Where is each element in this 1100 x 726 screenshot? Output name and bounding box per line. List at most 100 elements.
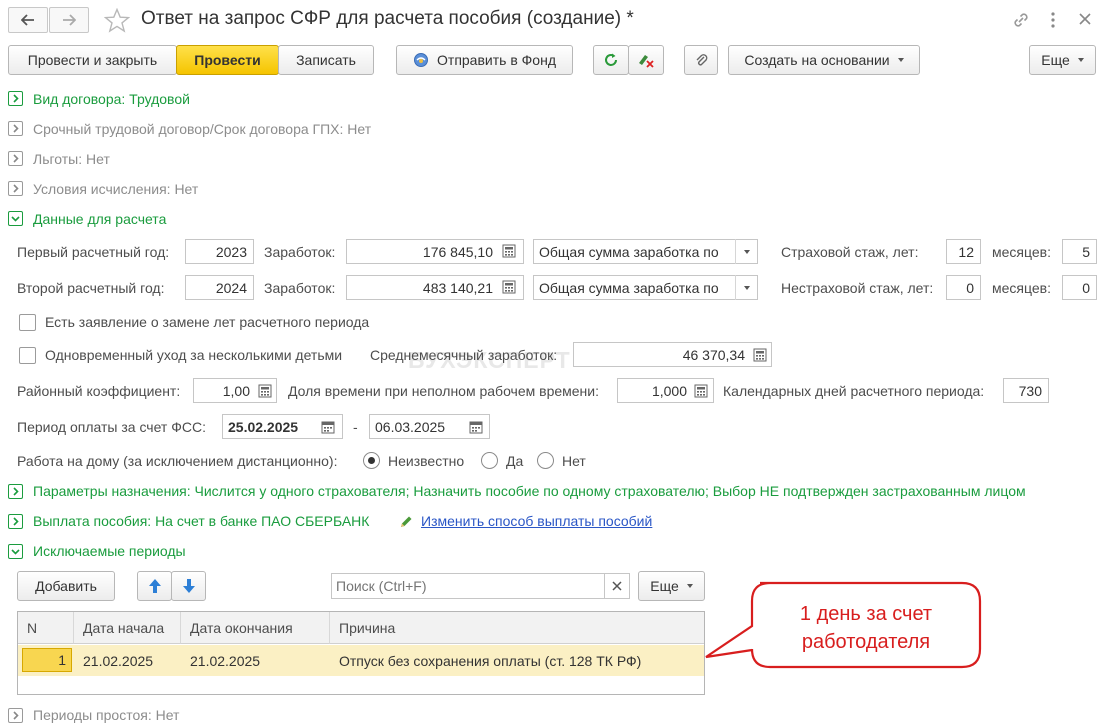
multiple-children-checkbox[interactable] [19, 347, 36, 364]
section-calc-conditions[interactable]: Условия исчисления: Нет [33, 180, 198, 198]
post-and-close-button[interactable]: Провести и закрыть [8, 45, 177, 75]
section-benefits[interactable]: Льготы: Нет [33, 150, 110, 168]
calculator-icon[interactable] [694, 384, 708, 398]
table-cell-start-date[interactable]: 21.02.2025 [74, 646, 153, 675]
calculator-icon[interactable] [502, 244, 516, 258]
calendar-days-label: Календарных дней расчетного периода: [723, 383, 985, 399]
column-header-n[interactable]: N [18, 612, 74, 644]
collapse-excluded-icon[interactable] [8, 544, 23, 559]
insurance-months-label: месяцев: [992, 244, 1051, 260]
section-excluded-periods[interactable]: Исключаемые периоды [33, 542, 186, 560]
callout-text: 1 день за счет работодателя [752, 600, 980, 656]
earnings-type2-value: Общая сумма заработка по [539, 279, 719, 296]
second-year-field[interactable]: 2024 [185, 275, 254, 300]
section-payment[interactable]: Выплата пособия: На счет в банке ПАО СБЕ… [33, 512, 369, 530]
section-fixed-term[interactable]: Срочный трудовой договор/Срок договора Г… [33, 120, 371, 138]
avg-monthly-field[interactable]: 46 370,34 [573, 342, 772, 367]
chevron-down-icon [686, 584, 693, 588]
table-cell-n[interactable]: 1 [22, 648, 72, 672]
fss-period-label: Период оплаты за счет ФСС: [17, 419, 206, 435]
earnings2-value: 483 140,21 [422, 279, 493, 296]
star-icon[interactable] [104, 8, 130, 33]
post-button[interactable]: Провести [176, 45, 279, 75]
more-button[interactable]: Еще [1029, 45, 1096, 75]
first-year-field[interactable]: 2023 [185, 239, 254, 264]
column-header-reason[interactable]: Причина [330, 612, 704, 644]
earnings-type2-select[interactable]: Общая сумма заработка по [533, 275, 758, 300]
part-time-label: Доля времени при неполном рабочем времен… [288, 383, 600, 399]
section-assignment-params[interactable]: Параметры назначения: Числится у одного … [33, 482, 1026, 500]
expand-idle-periods-icon[interactable] [8, 708, 23, 723]
table-more-button[interactable]: Еще [638, 571, 705, 601]
regional-coef-label: Районный коэффициент: [17, 383, 181, 399]
chevron-down-icon [743, 285, 750, 290]
clear-posting-button[interactable] [628, 45, 664, 75]
send-to-fund-button[interactable]: Отправить в Фонд [396, 45, 573, 75]
callout-line-1: 1 день за счет [799, 603, 933, 625]
more-vert-icon[interactable] [1048, 10, 1058, 30]
earnings2-label: Заработок: [264, 280, 336, 296]
move-up-button[interactable] [137, 571, 172, 601]
move-down-button[interactable] [171, 571, 206, 601]
calculator-icon[interactable] [502, 280, 516, 294]
earnings1-field[interactable]: 176 845,10 [346, 239, 524, 264]
radio-no[interactable] [537, 452, 554, 469]
arrow-right-icon [63, 14, 76, 26]
radio-yes[interactable] [481, 452, 498, 469]
calendar-days-field[interactable]: 730 [1003, 378, 1049, 403]
search-input[interactable] [331, 573, 605, 599]
expand-fixed-term-icon[interactable] [8, 121, 23, 136]
insurance-months-field[interactable]: 5 [1062, 239, 1097, 264]
column-header-start-date[interactable]: Дата начала [74, 612, 181, 644]
calendar-icon[interactable] [321, 420, 335, 434]
earnings2-field[interactable]: 483 140,21 [346, 275, 524, 300]
change-payment-link[interactable]: Изменить способ выплаты пособий [421, 512, 652, 530]
calculator-icon[interactable] [753, 348, 767, 362]
column-header-end-date[interactable]: Дата окончания [181, 612, 330, 644]
post-and-close-label: Провести и закрыть [27, 52, 158, 68]
section-calc-data[interactable]: Данные для расчета [33, 210, 166, 228]
back-button[interactable] [8, 7, 48, 33]
expand-calc-conditions-icon[interactable] [8, 181, 23, 196]
close-icon[interactable] [1078, 12, 1092, 26]
excluded-periods-table: N Дата начала Дата окончания Причина 1 2… [17, 611, 705, 695]
collapse-calc-data-icon[interactable] [8, 211, 23, 226]
forward-button[interactable] [49, 7, 89, 33]
table-cell-reason[interactable]: Отпуск без сохранения оплаты (ст. 128 ТК… [330, 646, 641, 675]
pencil-icon [401, 516, 412, 527]
calendar-icon[interactable] [469, 420, 483, 434]
radio-unknown[interactable] [363, 452, 380, 469]
table-cell-end-date[interactable]: 21.02.2025 [181, 646, 260, 675]
post-label: Провести [194, 52, 261, 68]
refresh-button[interactable] [593, 45, 629, 75]
expand-contract-type-icon[interactable] [8, 91, 23, 106]
second-year-label: Второй расчетный год: [17, 280, 165, 296]
expand-assignment-icon[interactable] [8, 484, 23, 499]
create-based-on-button[interactable]: Создать на основании [728, 45, 920, 75]
chevron-down-icon [1077, 58, 1084, 62]
callout-line-2: работодателя [801, 631, 931, 653]
add-button[interactable]: Добавить [17, 571, 115, 601]
clear-search-button[interactable] [604, 573, 630, 599]
non-insurance-months-label: месяцев: [992, 280, 1051, 296]
page-title: Ответ на запрос СФР для расчета пособия … [141, 8, 634, 29]
earnings-type1-select[interactable]: Общая сумма заработка по [533, 239, 758, 264]
non-insurance-months-field[interactable]: 0 [1062, 275, 1097, 300]
expand-payment-icon[interactable] [8, 514, 23, 529]
more-label: Еще [1041, 52, 1070, 68]
section-idle-periods[interactable]: Периоды простоя: Нет [33, 706, 179, 724]
expand-benefits-icon[interactable] [8, 151, 23, 166]
earnings-type1-dropdown[interactable] [735, 239, 757, 264]
calculator-icon[interactable] [258, 384, 272, 398]
radio-no-label: Нет [562, 453, 586, 469]
save-button[interactable]: Записать [278, 45, 374, 75]
insurance-years-field[interactable]: 12 [946, 239, 981, 264]
unpost-icon [639, 55, 654, 68]
section-contract-type[interactable]: Вид договора: Трудовой [33, 90, 190, 108]
link-icon[interactable] [1011, 10, 1031, 30]
send-to-fund-label: Отправить в Фонд [437, 52, 556, 68]
non-insurance-years-field[interactable]: 0 [946, 275, 981, 300]
attach-button[interactable] [684, 45, 718, 75]
earnings-type2-dropdown[interactable] [735, 275, 757, 300]
replace-years-checkbox[interactable] [19, 314, 36, 331]
